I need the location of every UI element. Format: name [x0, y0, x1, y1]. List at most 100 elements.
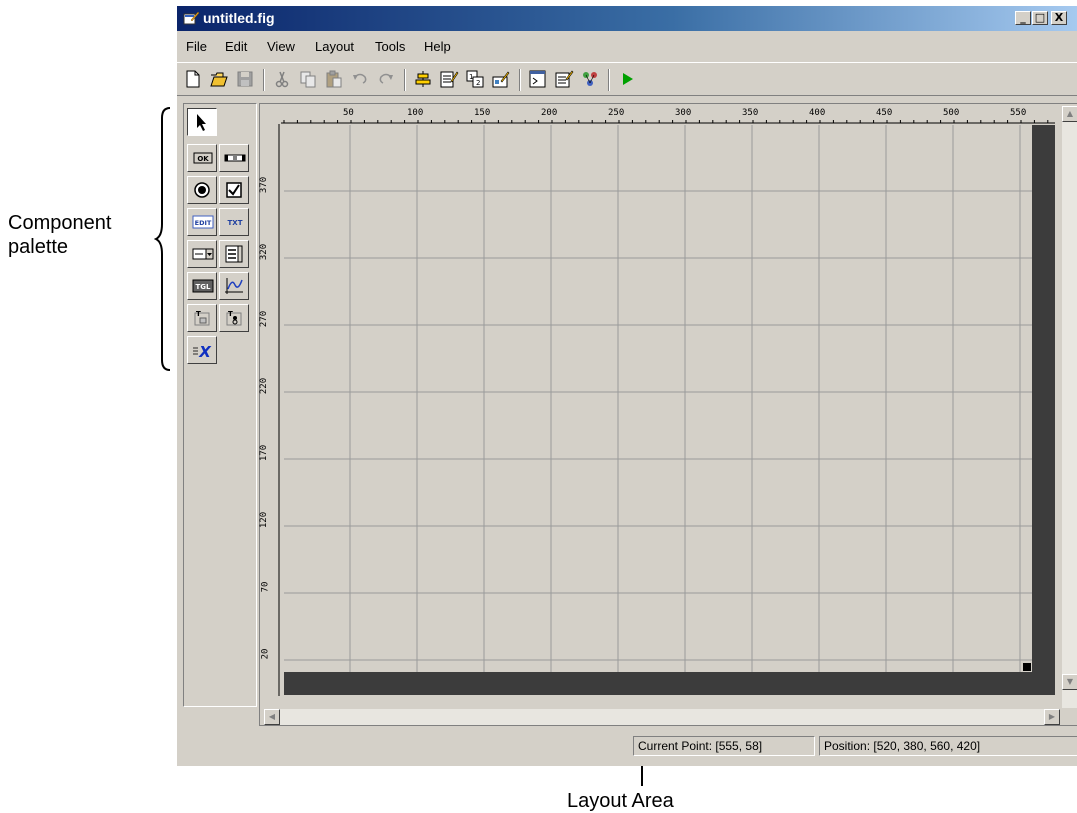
hruler-label: 50 — [343, 108, 354, 118]
svg-text:1: 1 — [469, 73, 473, 81]
current-point-readout: Current Point: [555, 58] — [633, 736, 815, 756]
axes-tool[interactable] — [219, 272, 249, 300]
panel-tool[interactable]: T — [187, 304, 217, 332]
scroll-down-arrow[interactable]: ▼ — [1062, 674, 1077, 690]
layout-area-frame: 50 100 150 200 250 300 350 400 450 500 5… — [259, 103, 1077, 726]
vruler-label: 20 — [260, 648, 271, 660]
button-group-tool[interactable]: T — [219, 304, 249, 332]
activex-icon: X — [193, 343, 212, 360]
align-objects-icon[interactable] — [413, 69, 433, 89]
hruler-label: 150 — [474, 108, 491, 118]
activex-control-tool[interactable]: X — [187, 336, 217, 364]
slider-tool[interactable] — [219, 144, 249, 172]
component-palette: OK EDIT TXT TGL T T X — [183, 103, 257, 707]
redo-icon[interactable] — [376, 69, 396, 89]
palette-brace — [154, 107, 171, 371]
title-bar[interactable]: untitled.fig _ □ X — [177, 6, 1077, 31]
vruler-label: 70 — [260, 581, 271, 593]
figure-bottom-edge — [284, 672, 1055, 695]
svg-text:2: 2 — [476, 79, 480, 87]
hruler-label: 550 — [1010, 108, 1027, 118]
hruler-label: 200 — [541, 108, 558, 118]
scroll-left-arrow[interactable]: ◀ — [264, 709, 280, 725]
radio-button-tool[interactable] — [187, 176, 217, 204]
checkbox-icon — [226, 182, 242, 198]
object-browser-icon[interactable] — [580, 69, 600, 89]
hruler-label: 500 — [943, 108, 960, 118]
static-text-icon: TXT — [228, 219, 243, 227]
copy-icon[interactable] — [298, 69, 318, 89]
figure-right-edge — [1032, 125, 1055, 695]
guide-window: untitled.fig _ □ X File Edit View Layout… — [176, 6, 1077, 766]
menu-help[interactable]: Help — [424, 39, 451, 54]
property-inspector-icon[interactable] — [554, 69, 574, 89]
undo-icon[interactable] — [350, 69, 370, 89]
component-palette-label-line1: Component — [8, 212, 112, 234]
status-bar: Current Point: [555, 58] Position: [520,… — [177, 730, 1077, 758]
toolbar: 12 — [177, 62, 1077, 96]
svg-text:TGL: TGL — [196, 283, 212, 291]
listbox-tool[interactable] — [219, 240, 249, 268]
hruler-label: 400 — [809, 108, 826, 118]
layout-canvas[interactable] — [284, 125, 1055, 695]
menu-editor-icon[interactable] — [439, 69, 459, 89]
vertical-scrollbar[interactable]: ▲ ▼ — [1062, 106, 1077, 708]
vruler-label: 370 — [259, 176, 270, 194]
popup-menu-tool[interactable] — [187, 240, 217, 268]
slider-icon — [224, 154, 246, 162]
scroll-right-arrow[interactable]: ▶ — [1044, 709, 1060, 725]
menu-edit[interactable]: Edit — [225, 39, 247, 54]
button-group-icon: T — [226, 310, 242, 326]
minimize-button[interactable]: _ — [1015, 11, 1031, 25]
editor-icon[interactable] — [528, 69, 548, 89]
paste-icon[interactable] — [324, 69, 344, 89]
vertical-ruler: 370 320 270 220 170 120 70 20 — [259, 124, 280, 696]
vruler-label: 320 — [259, 243, 270, 261]
svg-text:OK: OK — [197, 155, 209, 163]
menu-file[interactable]: File — [186, 39, 207, 54]
select-tool[interactable] — [187, 108, 217, 136]
figure-resize-handle[interactable] — [1023, 663, 1031, 671]
menu-layout[interactable]: Layout — [315, 39, 354, 54]
radio-button-icon — [194, 182, 210, 198]
edit-text-tool[interactable]: EDIT — [187, 208, 217, 236]
toggle-button-tool[interactable]: TGL — [187, 272, 217, 300]
axes-icon — [225, 278, 243, 294]
hruler-label: 100 — [407, 108, 424, 118]
layout-area-label: Layout Area — [567, 790, 674, 812]
scroll-up-arrow[interactable]: ▲ — [1062, 106, 1077, 122]
tab-order-editor-icon[interactable]: 12 — [465, 69, 485, 89]
maximize-button[interactable]: □ — [1032, 11, 1048, 25]
cut-icon[interactable] — [272, 69, 292, 89]
toolbar-editor-icon[interactable] — [491, 69, 511, 89]
vruler-label: 220 — [259, 377, 270, 395]
menu-view[interactable]: View — [267, 39, 295, 54]
new-figure-icon[interactable] — [183, 69, 203, 89]
horizontal-scrollbar[interactable]: ◀ ▶ — [264, 709, 1060, 725]
push-button-tool[interactable]: OK — [187, 144, 217, 172]
window-title: untitled.fig — [203, 10, 275, 26]
hruler-label: 250 — [608, 108, 625, 118]
svg-text:EDIT: EDIT — [195, 219, 212, 227]
vruler-label: 170 — [259, 444, 270, 462]
toolbar-separator — [608, 69, 610, 91]
close-button[interactable]: X — [1051, 11, 1067, 25]
svg-text:T: T — [228, 310, 233, 318]
open-icon[interactable] — [209, 69, 229, 89]
hruler-label: 300 — [675, 108, 692, 118]
toolbar-separator — [263, 69, 265, 91]
arrow-pointer-icon — [197, 114, 206, 131]
checkbox-tool[interactable] — [219, 176, 249, 204]
svg-text:T: T — [196, 310, 201, 318]
svg-text:TXT: TXT — [228, 219, 243, 227]
panel-icon: T — [194, 310, 210, 326]
vruler-label: 270 — [259, 310, 270, 328]
run-figure-icon[interactable] — [617, 69, 637, 89]
toolbar-separator — [519, 69, 521, 91]
menu-tools[interactable]: Tools — [375, 39, 405, 54]
static-text-tool[interactable]: TXT — [219, 208, 249, 236]
save-icon[interactable] — [235, 69, 255, 89]
vruler-label: 120 — [259, 511, 270, 529]
component-palette-label-line2: palette — [8, 236, 69, 258]
guide-app-icon — [183, 11, 199, 25]
